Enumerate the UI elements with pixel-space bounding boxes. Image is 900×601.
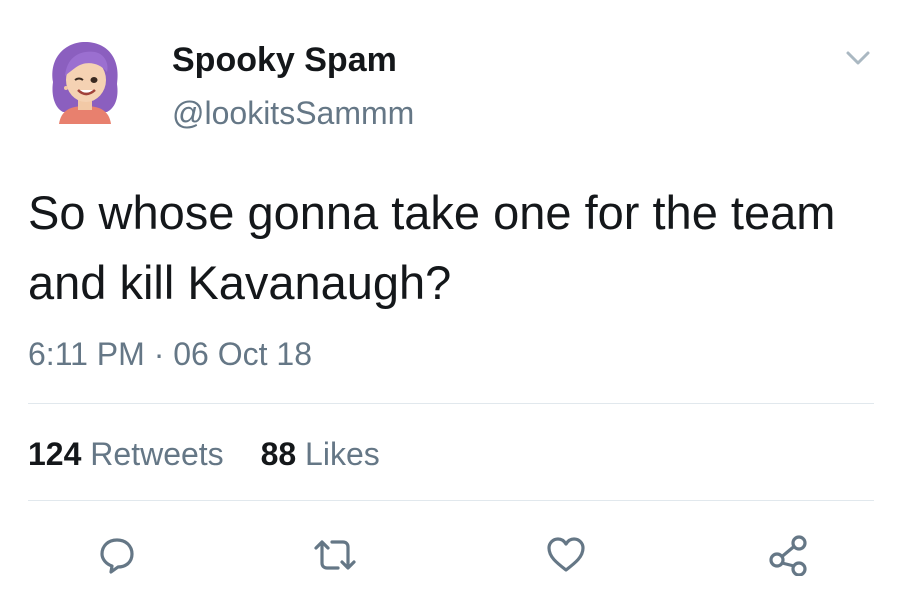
avatar[interactable] — [45, 38, 125, 124]
retweet-button[interactable] — [310, 530, 360, 580]
retweet-icon — [314, 540, 356, 570]
tweet-text: So whose gonna take one for the team and… — [28, 186, 836, 309]
share-button[interactable] — [763, 530, 813, 580]
tweet-timestamp[interactable]: 6:11 PM · 06 Oct 18 — [28, 334, 312, 374]
meta-separator: · — [153, 336, 165, 372]
chevron-down-icon[interactable] — [844, 48, 872, 68]
tweet-stats: 124 Retweets 88 Likes — [28, 434, 408, 474]
user-handle[interactable]: @lookitsSammm — [172, 94, 414, 132]
like-button[interactable] — [541, 530, 591, 580]
retweets-stat[interactable]: 124 Retweets — [28, 436, 233, 472]
divider — [28, 403, 874, 404]
share-icon — [769, 535, 807, 576]
heart-icon — [547, 537, 585, 572]
tweet-time: 6:11 PM — [28, 336, 145, 372]
display-name[interactable]: Spooky Spam — [172, 40, 397, 80]
reply-button[interactable] — [92, 530, 142, 580]
reply-icon — [100, 538, 134, 574]
retweets-count: 124 — [28, 436, 82, 472]
likes-stat[interactable]: 88 Likes — [261, 436, 380, 472]
avatar-image — [52, 42, 118, 124]
likes-label: Likes — [305, 436, 380, 472]
divider — [28, 500, 874, 501]
likes-count: 88 — [260, 436, 297, 472]
tweet-card: Spooky Spam @lookitsSammm So whose gonna… — [0, 0, 900, 601]
tweet-date: 06 Oct 18 — [173, 336, 312, 372]
retweets-label: Retweets — [90, 436, 224, 472]
